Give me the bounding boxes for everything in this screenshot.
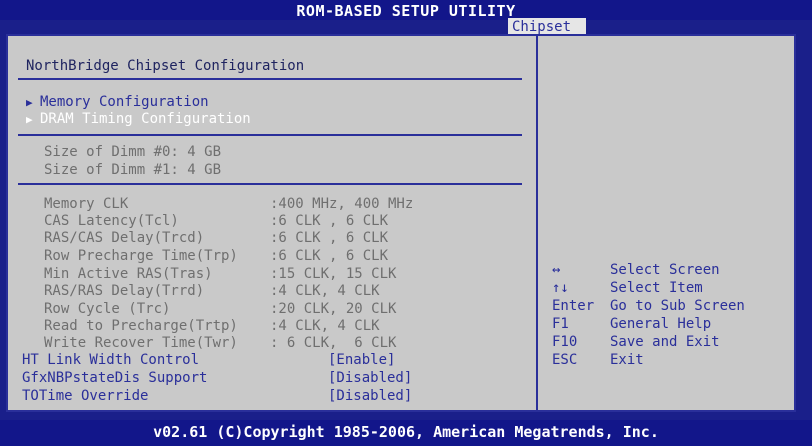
help-key: F1 xyxy=(552,316,569,332)
timing-row: Write Recover Time(Twr) : 6 CLK, 6 CLK xyxy=(44,335,534,351)
timing-value: :6 CLK , 6 CLK xyxy=(270,248,389,264)
timing-label: RAS/CAS Delay(Trcd) xyxy=(44,230,205,246)
option-value[interactable]: [Disabled] xyxy=(328,370,412,386)
help-key: ↔ xyxy=(552,262,561,278)
totime-override-option[interactable]: TOTime Override [Disabled] xyxy=(22,388,527,404)
gfxnbpstatedis-support-option[interactable]: GfxNBPstateDis Support [Disabled] xyxy=(22,370,527,386)
menu-divider xyxy=(18,134,522,136)
timing-label: RAS/RAS Delay(Trrd) xyxy=(44,283,205,299)
option-label: GfxNBPstateDis Support xyxy=(22,370,208,386)
help-row: F1 General Help xyxy=(552,316,711,332)
ht-link-width-control-option[interactable]: HT Link Width Control [Enable] xyxy=(22,352,527,368)
help-key: Enter xyxy=(552,298,595,314)
help-action: General Help xyxy=(610,316,712,332)
help-action: Select Item xyxy=(610,280,703,296)
timing-row: RAS/RAS Delay(Trrd) :4 CLK, 4 CLK xyxy=(44,283,534,299)
help-key: ESC xyxy=(552,352,578,368)
timing-row: Read to Precharge(Trtp) :4 CLK, 4 CLK xyxy=(44,318,534,334)
option-label: HT Link Width Control xyxy=(22,352,200,368)
timing-label: Row Precharge Time(Trp) xyxy=(44,248,238,264)
triangle-right-icon: ▶ xyxy=(26,96,33,109)
timing-value: :400 MHz, 400 MHz xyxy=(270,196,414,212)
help-action: Go to Sub Screen xyxy=(610,298,745,314)
timing-value: :6 CLK , 6 CLK xyxy=(270,230,389,246)
timing-label: CAS Latency(Tcl) xyxy=(44,213,179,229)
timing-row: Row Precharge Time(Trp) :6 CLK , 6 CLK xyxy=(44,248,534,264)
help-row: ESC Exit xyxy=(552,352,644,368)
timing-label: Memory CLK xyxy=(44,196,129,212)
dimm-0-size: Size of Dimm #0: 4 GB xyxy=(44,144,222,160)
option-label: TOTime Override xyxy=(22,388,149,404)
dimm-divider xyxy=(18,183,522,185)
timing-value: :4 CLK, 4 CLK xyxy=(270,318,380,334)
memory-configuration-item[interactable]: ▶ Memory Configuration xyxy=(26,94,209,110)
dram-timing-configuration-label: DRAM Timing Configuration xyxy=(40,111,251,127)
option-value[interactable]: [Enable] xyxy=(328,352,395,368)
title-divider xyxy=(18,78,522,80)
timing-row: RAS/CAS Delay(Trcd) :6 CLK , 6 CLK xyxy=(44,230,534,246)
timing-value: : 6 CLK, 6 CLK xyxy=(270,335,397,351)
title-bar: ROM-BASED SETUP UTILITY xyxy=(0,0,812,20)
timing-label: Min Active RAS(Tras) xyxy=(44,266,213,282)
help-row: F10 Save and Exit xyxy=(552,334,720,350)
timing-row: Row Cycle (Trc) :20 CLK, 20 CLK xyxy=(44,301,534,317)
help-row: ↔ Select Screen xyxy=(552,262,720,278)
timing-value: :6 CLK , 6 CLK xyxy=(270,213,389,229)
help-action: Save and Exit xyxy=(610,334,720,350)
memory-configuration-label: Memory Configuration xyxy=(40,94,209,110)
timing-label: Row Cycle (Trc) xyxy=(44,301,171,317)
help-row: ↑↓ Select Item xyxy=(552,280,703,296)
help-action: Select Screen xyxy=(610,262,720,278)
dimm-1-size: Size of Dimm #1: 4 GB xyxy=(44,162,222,178)
help-action: Exit xyxy=(610,352,644,368)
timing-value: :20 CLK, 20 CLK xyxy=(270,301,397,317)
timing-value: :4 CLK, 4 CLK xyxy=(270,283,380,299)
option-value[interactable]: [Disabled] xyxy=(328,388,412,404)
help-key: ↑↓ xyxy=(552,280,569,296)
timing-row: Memory CLK :400 MHz, 400 MHz xyxy=(44,196,534,212)
panel-title: NorthBridge Chipset Configuration xyxy=(26,58,305,74)
triangle-right-icon: ▶ xyxy=(26,113,33,126)
timing-label: Write Recover Time(Twr) xyxy=(44,335,238,351)
dram-timing-configuration-item[interactable]: ▶ DRAM Timing Configuration xyxy=(26,111,251,127)
copyright-footer: v02.61 (C)Copyright 1985-2006, American … xyxy=(0,420,812,446)
timing-row: CAS Latency(Tcl) :6 CLK , 6 CLK xyxy=(44,213,534,229)
help-key: F10 xyxy=(552,334,578,350)
timing-label: Read to Precharge(Trtp) xyxy=(44,318,238,334)
timing-row: Min Active RAS(Tras) :15 CLK, 15 CLK xyxy=(44,266,534,282)
timing-value: :15 CLK, 15 CLK xyxy=(270,266,397,282)
help-panel: ↔ Select Screen ↑↓ Select Item Enter Go to … xyxy=(540,40,792,408)
settings-panel: NorthBridge Chipset Configuration ▶ Memor… xyxy=(12,40,532,408)
help-row: Enter Go to Sub Screen xyxy=(552,298,745,314)
panel-divider xyxy=(536,34,538,412)
